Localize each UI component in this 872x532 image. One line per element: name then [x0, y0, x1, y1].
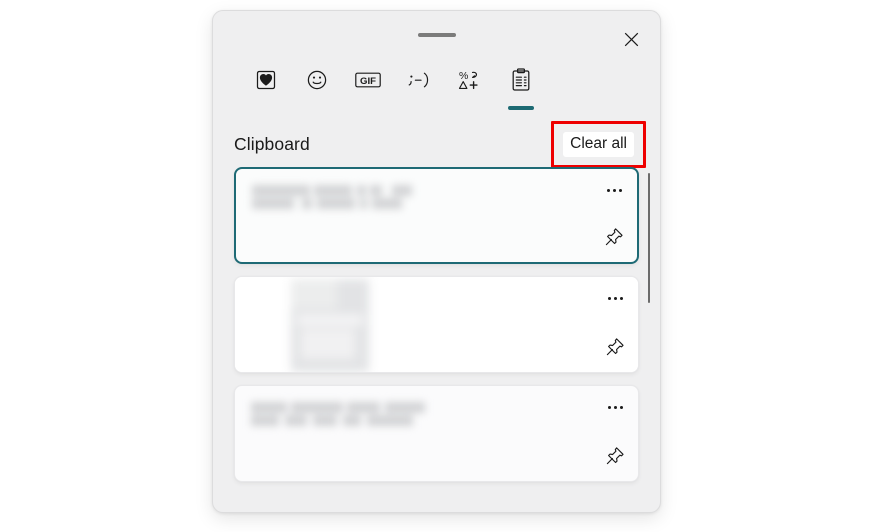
more-options-icon	[606, 188, 622, 192]
tab-strip: GIF %	[213, 59, 660, 121]
item-pin-button[interactable]	[599, 443, 631, 473]
close-button[interactable]	[610, 21, 652, 57]
tab-clipboard[interactable]	[496, 59, 546, 110]
item-pin-button[interactable]	[598, 224, 630, 254]
list-item[interactable]	[234, 385, 639, 482]
page-title: Clipboard	[234, 133, 310, 154]
item-more-options-button[interactable]	[599, 177, 629, 203]
tab-gif[interactable]: GIF	[343, 59, 393, 101]
emoji-clipboard-panel: GIF % Clipboard Clear all	[212, 10, 661, 513]
list-item[interactable]	[234, 276, 639, 373]
clipboard-item-image-redacted	[291, 279, 369, 372]
clear-all-container: Clear all	[551, 120, 646, 168]
clipboard-section-header: Clipboard Clear all	[213, 120, 660, 168]
scrollbar[interactable]	[645, 173, 653, 512]
tab-emoji[interactable]	[292, 59, 342, 101]
pin-icon	[605, 446, 625, 471]
close-icon	[624, 32, 639, 47]
more-options-icon	[607, 296, 623, 300]
clipboard-list	[213, 167, 660, 512]
svg-text:%: %	[459, 70, 468, 82]
item-more-options-button[interactable]	[600, 394, 630, 420]
scrollbar-thumb[interactable]	[648, 173, 650, 303]
clear-all-button[interactable]: Clear all	[563, 131, 634, 157]
tab-recently-used[interactable]	[241, 59, 291, 101]
svg-text:GIF: GIF	[360, 76, 376, 87]
pin-icon	[605, 337, 625, 362]
more-options-icon	[607, 405, 623, 409]
list-item[interactable]	[234, 167, 639, 264]
tab-selected-indicator	[508, 106, 534, 110]
tab-symbols[interactable]: %	[445, 59, 495, 101]
clipboard-icon	[508, 67, 534, 93]
tab-kaomoji[interactable]	[394, 59, 444, 101]
panel-titlebar	[213, 11, 660, 59]
gif-icon: GIF	[355, 67, 381, 93]
heart-square-icon	[253, 67, 279, 93]
kaomoji-icon	[406, 67, 432, 93]
item-more-options-button[interactable]	[600, 285, 630, 311]
item-pin-button[interactable]	[599, 334, 631, 364]
smiley-icon	[304, 67, 330, 93]
pin-icon	[604, 227, 624, 252]
symbols-icon: %	[457, 67, 483, 93]
drag-handle[interactable]	[417, 33, 456, 37]
